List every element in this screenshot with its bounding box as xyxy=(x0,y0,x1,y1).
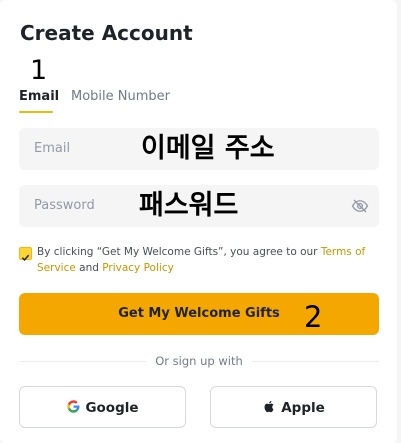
annotation-number-one: 1 xyxy=(30,55,48,86)
divider-line-right xyxy=(252,361,379,362)
google-signup-button[interactable]: Google xyxy=(19,386,186,428)
consent-prefix: By clicking “Get My Welcome Gifts”, you … xyxy=(37,246,321,258)
password-field[interactable]: Password 패스워드 xyxy=(19,185,379,227)
password-placeholder: Password xyxy=(34,198,95,213)
password-annotation-overlay: 패스워드 xyxy=(139,190,239,221)
email-field[interactable]: Email 이메일 주소 xyxy=(19,128,379,170)
privacy-policy-link[interactable]: Privacy Policy xyxy=(102,262,174,274)
consent-and: and xyxy=(75,262,103,274)
apple-signup-button[interactable]: Apple xyxy=(210,386,377,428)
tab-mobile-number[interactable]: Mobile Number xyxy=(71,89,170,105)
email-placeholder: Email xyxy=(34,141,71,156)
get-welcome-gifts-button[interactable]: Get My Welcome Gifts xyxy=(19,293,379,335)
annotation-number-two: 2 xyxy=(304,300,323,334)
google-label: Google xyxy=(85,400,139,416)
social-divider-label: Or sign up with xyxy=(155,354,243,368)
apple-label: Apple xyxy=(281,400,325,416)
create-account-card: Create Account 1 Email Mobile Number Ema… xyxy=(0,0,397,443)
active-tab-indicator xyxy=(19,111,53,113)
consent-checkbox[interactable] xyxy=(19,247,32,261)
consent-text: By clicking “Get My Welcome Gifts”, you … xyxy=(37,244,382,276)
google-icon xyxy=(67,400,80,413)
tab-email[interactable]: Email xyxy=(19,89,59,105)
email-annotation-overlay: 이메일 주소 xyxy=(141,133,275,164)
eye-off-icon[interactable] xyxy=(351,197,369,215)
page-title: Create Account xyxy=(20,21,193,45)
checkmark-icon xyxy=(21,254,30,261)
divider-line-left xyxy=(19,361,146,362)
apple-icon xyxy=(264,400,274,413)
